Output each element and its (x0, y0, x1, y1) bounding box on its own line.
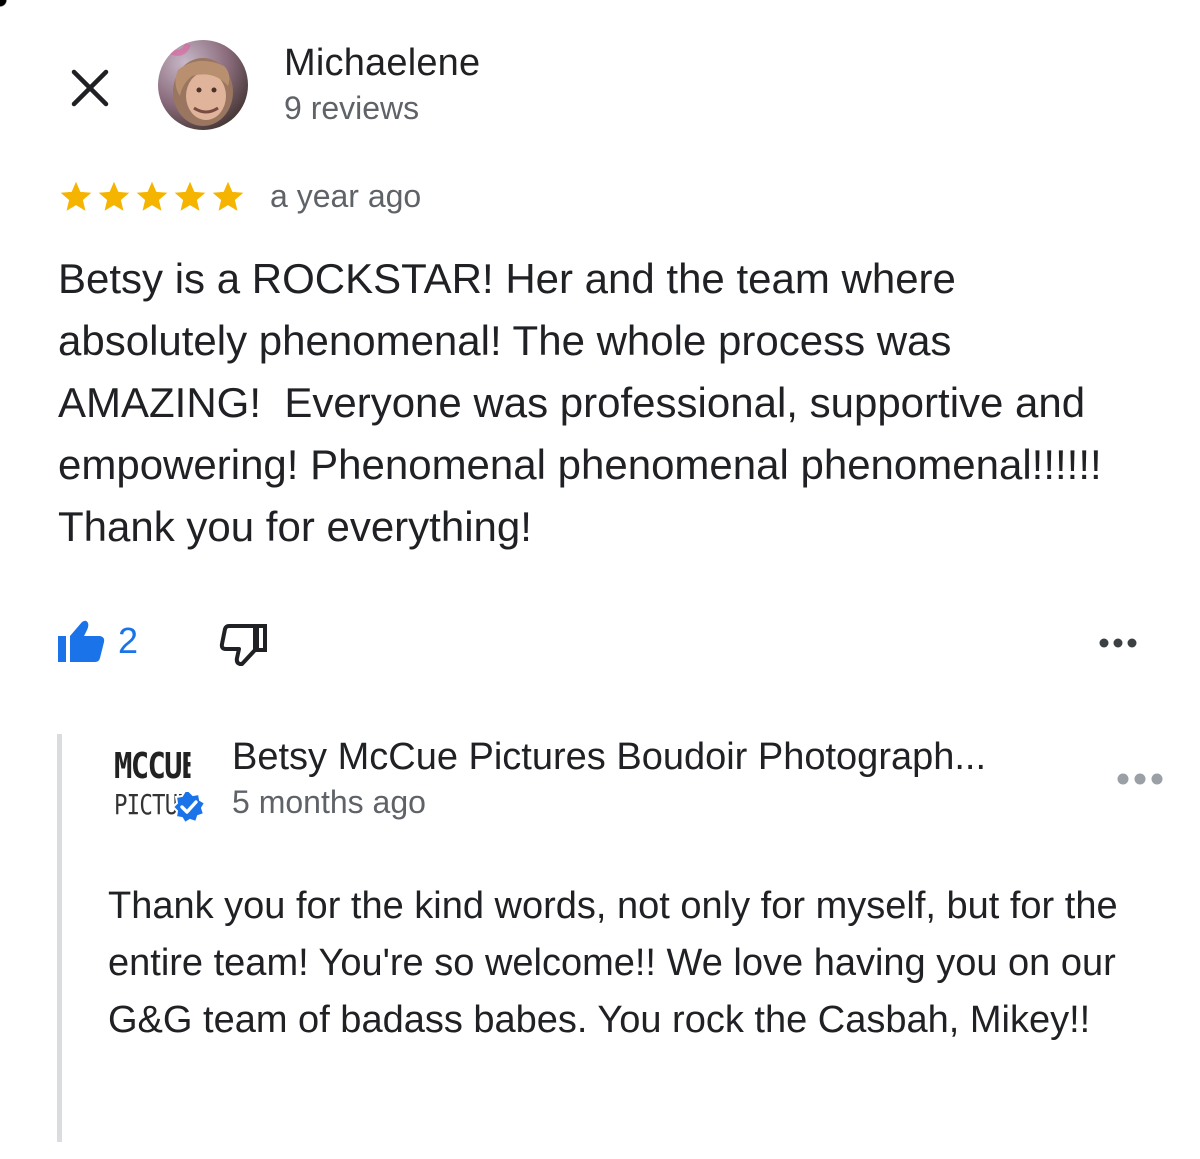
like-count: 2 (118, 620, 139, 661)
more-horizontal-icon (1117, 773, 1163, 785)
star-rating (58, 179, 246, 215)
review-time: a year ago (270, 178, 422, 214)
logo-text-line1: MCCUE (114, 746, 191, 787)
thumbs-up-icon (58, 620, 105, 662)
more-horizontal-icon (1099, 638, 1137, 648)
reply-more-options-button[interactable] (1112, 764, 1168, 794)
star-icon (60, 181, 92, 211)
star-icon (136, 181, 168, 211)
reviewer-review-count[interactable]: 9 reviews (284, 90, 419, 127)
owner-reply-time: 5 months ago (232, 784, 426, 820)
reply-divider (57, 734, 62, 1142)
star-icon (174, 181, 206, 211)
owner-name[interactable]: Betsy McCue Pictures Boudoir Photograph.… (232, 736, 986, 779)
owner-logo[interactable]: MCCUE PICTURES (110, 738, 210, 828)
rating-row: a year ago (58, 178, 421, 215)
star-icon (98, 181, 130, 211)
window-corner (0, 0, 14, 10)
reviewer-name[interactable]: Michaelene (284, 42, 480, 85)
thumbs-down-icon (219, 624, 267, 666)
dislike-button[interactable] (216, 620, 272, 670)
close-icon (71, 69, 109, 107)
close-button[interactable] (62, 60, 118, 116)
owner-reply-text: Thank you for the kind words, not only f… (108, 885, 1118, 1041)
verified-badge-icon (172, 790, 206, 824)
star-icon (212, 181, 244, 211)
reviewer-avatar[interactable] (158, 40, 248, 130)
review-text: Betsy is a ROCKSTAR! Her and the team wh… (58, 255, 1113, 550)
like-button[interactable]: 2 (56, 618, 138, 664)
review-more-options-button[interactable] (1096, 628, 1140, 658)
